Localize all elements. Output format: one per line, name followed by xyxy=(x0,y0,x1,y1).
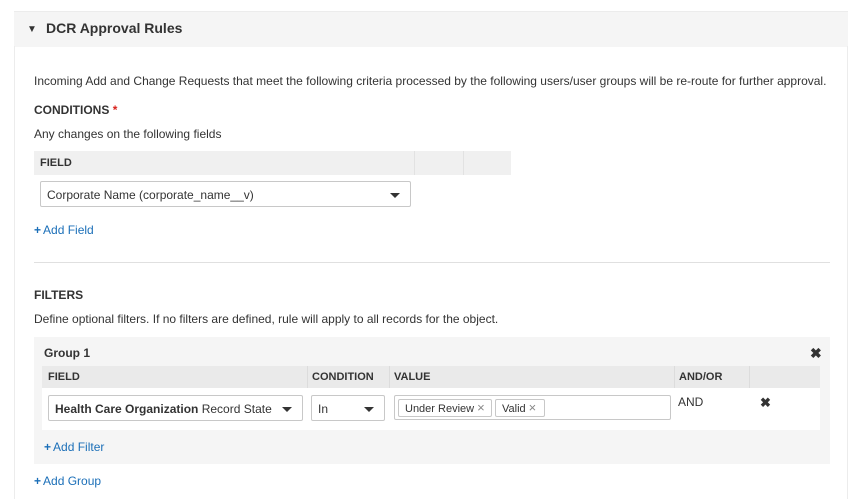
filter-condition-value: In xyxy=(318,402,329,416)
plus-icon: + xyxy=(34,474,42,488)
condition-field-select[interactable]: Corporate Name (corporate_name__v) xyxy=(40,181,411,207)
add-group-link[interactable]: + Add Group xyxy=(34,474,101,488)
value-tag: Under Review × xyxy=(398,399,492,417)
conditions-label-text: CONDITIONS xyxy=(34,103,110,117)
tag-remove-icon[interactable]: × xyxy=(477,400,485,415)
add-filter-label: Add Filter xyxy=(53,440,105,454)
panel-border-left xyxy=(14,46,15,499)
rule-description: Incoming Add and Change Requests that me… xyxy=(34,74,827,88)
filter-field-name: Record State xyxy=(201,402,272,416)
filter-value-multiselect[interactable]: Under Review × Valid × xyxy=(394,395,671,420)
header-divider xyxy=(307,366,308,388)
section-divider xyxy=(34,262,830,263)
filter-value-header: VALUE xyxy=(394,371,431,383)
tag-remove-icon[interactable]: × xyxy=(529,400,537,415)
plus-icon: + xyxy=(44,440,52,454)
panel-header[interactable]: ▼ DCR Approval Rules xyxy=(14,11,848,47)
filter-field-header: FIELD xyxy=(48,371,80,383)
header-divider xyxy=(674,366,675,388)
value-tag-label: Under Review xyxy=(405,403,475,415)
panel-title: DCR Approval Rules xyxy=(46,20,183,36)
header-divider xyxy=(749,366,750,388)
filter-group: Group 1 ✖ FIELD CONDITION VALUE AND/OR H… xyxy=(34,337,830,464)
filter-condition-select[interactable]: In xyxy=(311,395,385,421)
value-tag-label: Valid xyxy=(502,403,526,415)
filter-field-value: Health Care Organization Record State xyxy=(55,402,272,416)
add-field-label: Add Field xyxy=(43,223,94,237)
required-marker: * xyxy=(112,103,118,117)
filter-table-header: FIELD CONDITION VALUE AND/OR xyxy=(42,366,820,388)
remove-filter-icon[interactable]: ✖ xyxy=(760,395,771,411)
header-divider xyxy=(389,366,390,388)
plus-icon: + xyxy=(34,223,42,237)
header-divider xyxy=(414,151,415,175)
filter-field-select[interactable]: Health Care Organization Record State xyxy=(48,395,303,421)
add-group-label: Add Group xyxy=(43,474,102,488)
filters-label: FILTERS xyxy=(34,288,84,302)
panel-border-right xyxy=(847,46,848,499)
conditions-label: CONDITIONS * xyxy=(34,103,117,117)
conditions-field-header: FIELD xyxy=(40,157,72,169)
condition-field-value: Corporate Name (corporate_name__v) xyxy=(47,188,254,202)
chevron-down-icon xyxy=(282,407,292,412)
chevron-down-icon xyxy=(364,407,374,412)
value-tag: Valid × xyxy=(495,399,545,417)
and-or-value: AND xyxy=(678,395,704,409)
collapse-caret-icon[interactable]: ▼ xyxy=(27,24,37,35)
chevron-down-icon xyxy=(390,193,400,198)
header-divider xyxy=(463,151,464,175)
add-field-link[interactable]: + Add Field xyxy=(34,223,94,237)
filter-field-object: Health Care Organization xyxy=(55,402,199,416)
add-filter-link[interactable]: + Add Filter xyxy=(44,440,104,454)
filter-andor-header: AND/OR xyxy=(679,371,723,383)
conditions-table-header: FIELD xyxy=(34,151,511,175)
filters-subtitle: Define optional filters. If no filters a… xyxy=(34,312,499,326)
filter-condition-header: CONDITION xyxy=(312,371,374,383)
table-row: Health Care Organization Record State In… xyxy=(42,388,820,430)
conditions-subtitle: Any changes on the following fields xyxy=(34,127,222,141)
remove-group-icon[interactable]: ✖ xyxy=(810,345,822,362)
group-title: Group 1 xyxy=(44,346,91,360)
